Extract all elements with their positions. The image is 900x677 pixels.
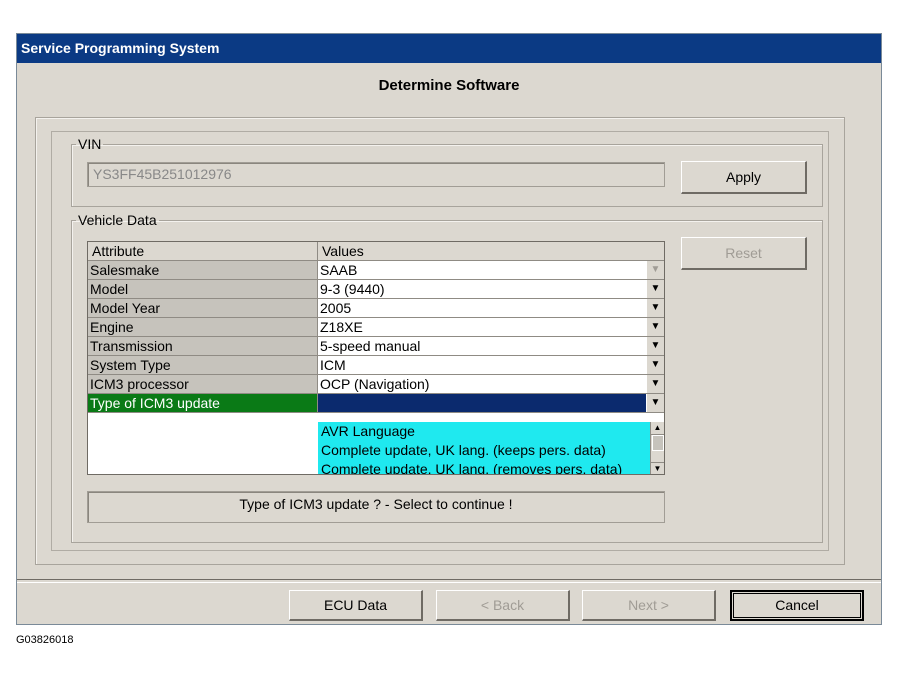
update-type-dropdown-list[interactable]: AVR Language Complete update, UK lang. (… <box>318 422 664 474</box>
table-row-icm3-processor: ICM3 processor OCP (Navigation) ▼ <box>88 375 664 394</box>
cancel-button[interactable]: Cancel <box>730 590 864 621</box>
attribute-label: Engine <box>88 318 318 336</box>
dropdown-option[interactable]: AVR Language <box>318 422 664 441</box>
column-header-values: Values <box>318 242 664 260</box>
scroll-down-icon[interactable]: ▼ <box>651 462 664 474</box>
attribute-label: Type of ICM3 update <box>88 394 318 412</box>
attribute-label: Transmission <box>88 337 318 355</box>
vehicle-data-table: Attribute Values Salesmake SAAB ▼ Model … <box>87 241 665 475</box>
value-select[interactable]: ICM ▼ <box>318 356 664 374</box>
value-text: 5-speed manual <box>320 338 421 354</box>
dropdown-scrollbar[interactable]: ▲ ▼ <box>650 422 664 474</box>
value-select[interactable]: ▼ <box>318 394 664 412</box>
service-programming-window: Service Programming System Determine Sof… <box>16 33 882 625</box>
chevron-down-icon[interactable]: ▼ <box>646 299 664 317</box>
attribute-label: ICM3 processor <box>88 375 318 393</box>
attribute-label: Salesmake <box>88 261 318 279</box>
vin-legend: VIN <box>78 136 102 152</box>
status-message: Type of ICM3 update ? - Select to contin… <box>87 491 665 523</box>
value-select[interactable]: Z18XE ▼ <box>318 318 664 336</box>
chevron-down-icon[interactable]: ▼ <box>646 337 664 355</box>
table-header: Attribute Values <box>88 242 664 261</box>
value-select[interactable]: 9-3 (9440) ▼ <box>318 280 664 298</box>
value-text: OCP (Navigation) <box>320 376 430 392</box>
apply-button[interactable]: Apply <box>681 161 807 194</box>
chevron-down-icon[interactable]: ▼ <box>646 280 664 298</box>
figure-caption: G03826018 <box>16 634 74 646</box>
window-titlebar: Service Programming System <box>17 34 881 63</box>
window-title: Service Programming System <box>21 40 220 56</box>
chevron-down-icon[interactable]: ▼ <box>646 318 664 336</box>
reset-button[interactable]: Reset <box>681 237 807 270</box>
chevron-down-icon[interactable]: ▼ <box>646 261 664 279</box>
chevron-down-icon[interactable]: ▼ <box>646 375 664 393</box>
footer-divider <box>17 579 881 583</box>
table-row-system-type: System Type ICM ▼ <box>88 356 664 375</box>
attribute-label: System Type <box>88 356 318 374</box>
value-select[interactable]: 5-speed manual ▼ <box>318 337 664 355</box>
value-select[interactable]: SAAB ▼ <box>318 261 664 279</box>
dropdown-option[interactable]: Complete update, UK lang. (keeps pers. d… <box>318 441 664 460</box>
vehicle-data-legend: Vehicle Data <box>78 212 157 228</box>
value-text: SAAB <box>320 262 358 278</box>
table-row-model: Model 9-3 (9440) ▼ <box>88 280 664 299</box>
ecu-data-button[interactable]: ECU Data <box>289 590 423 621</box>
value-text: Z18XE <box>320 319 363 335</box>
scroll-thumb[interactable] <box>652 435 664 451</box>
scroll-up-icon[interactable]: ▲ <box>651 422 664 435</box>
table-row-model-year: Model Year 2005 ▼ <box>88 299 664 318</box>
dropdown-option[interactable]: Complete update, UK lang. (removes pers.… <box>318 460 664 474</box>
back-button[interactable]: < Back <box>436 590 570 621</box>
column-header-attribute: Attribute <box>88 242 318 260</box>
table-row-icm3-update-type: Type of ICM3 update ▼ <box>88 394 664 413</box>
value-text: 9-3 (9440) <box>320 281 385 297</box>
chevron-down-icon[interactable]: ▼ <box>646 394 664 412</box>
value-select[interactable]: 2005 ▼ <box>318 299 664 317</box>
value-text: ICM <box>320 357 346 373</box>
table-row-salesmake: Salesmake SAAB ▼ <box>88 261 664 280</box>
page-title: Determine Software <box>378 77 520 94</box>
ecu-data-label: ECU Data <box>323 597 388 613</box>
value-select[interactable]: OCP (Navigation) ▼ <box>318 375 664 393</box>
vin-field[interactable]: YS3FF45B251012976 <box>87 162 665 187</box>
table-row-transmission: Transmission 5-speed manual ▼ <box>88 337 664 356</box>
next-button[interactable]: Next > <box>582 590 716 621</box>
attribute-label: Model Year <box>88 299 318 317</box>
table-row-engine: Engine Z18XE ▼ <box>88 318 664 337</box>
value-text: 2005 <box>320 300 352 316</box>
attribute-label: Model <box>88 280 318 298</box>
chevron-down-icon[interactable]: ▼ <box>646 356 664 374</box>
